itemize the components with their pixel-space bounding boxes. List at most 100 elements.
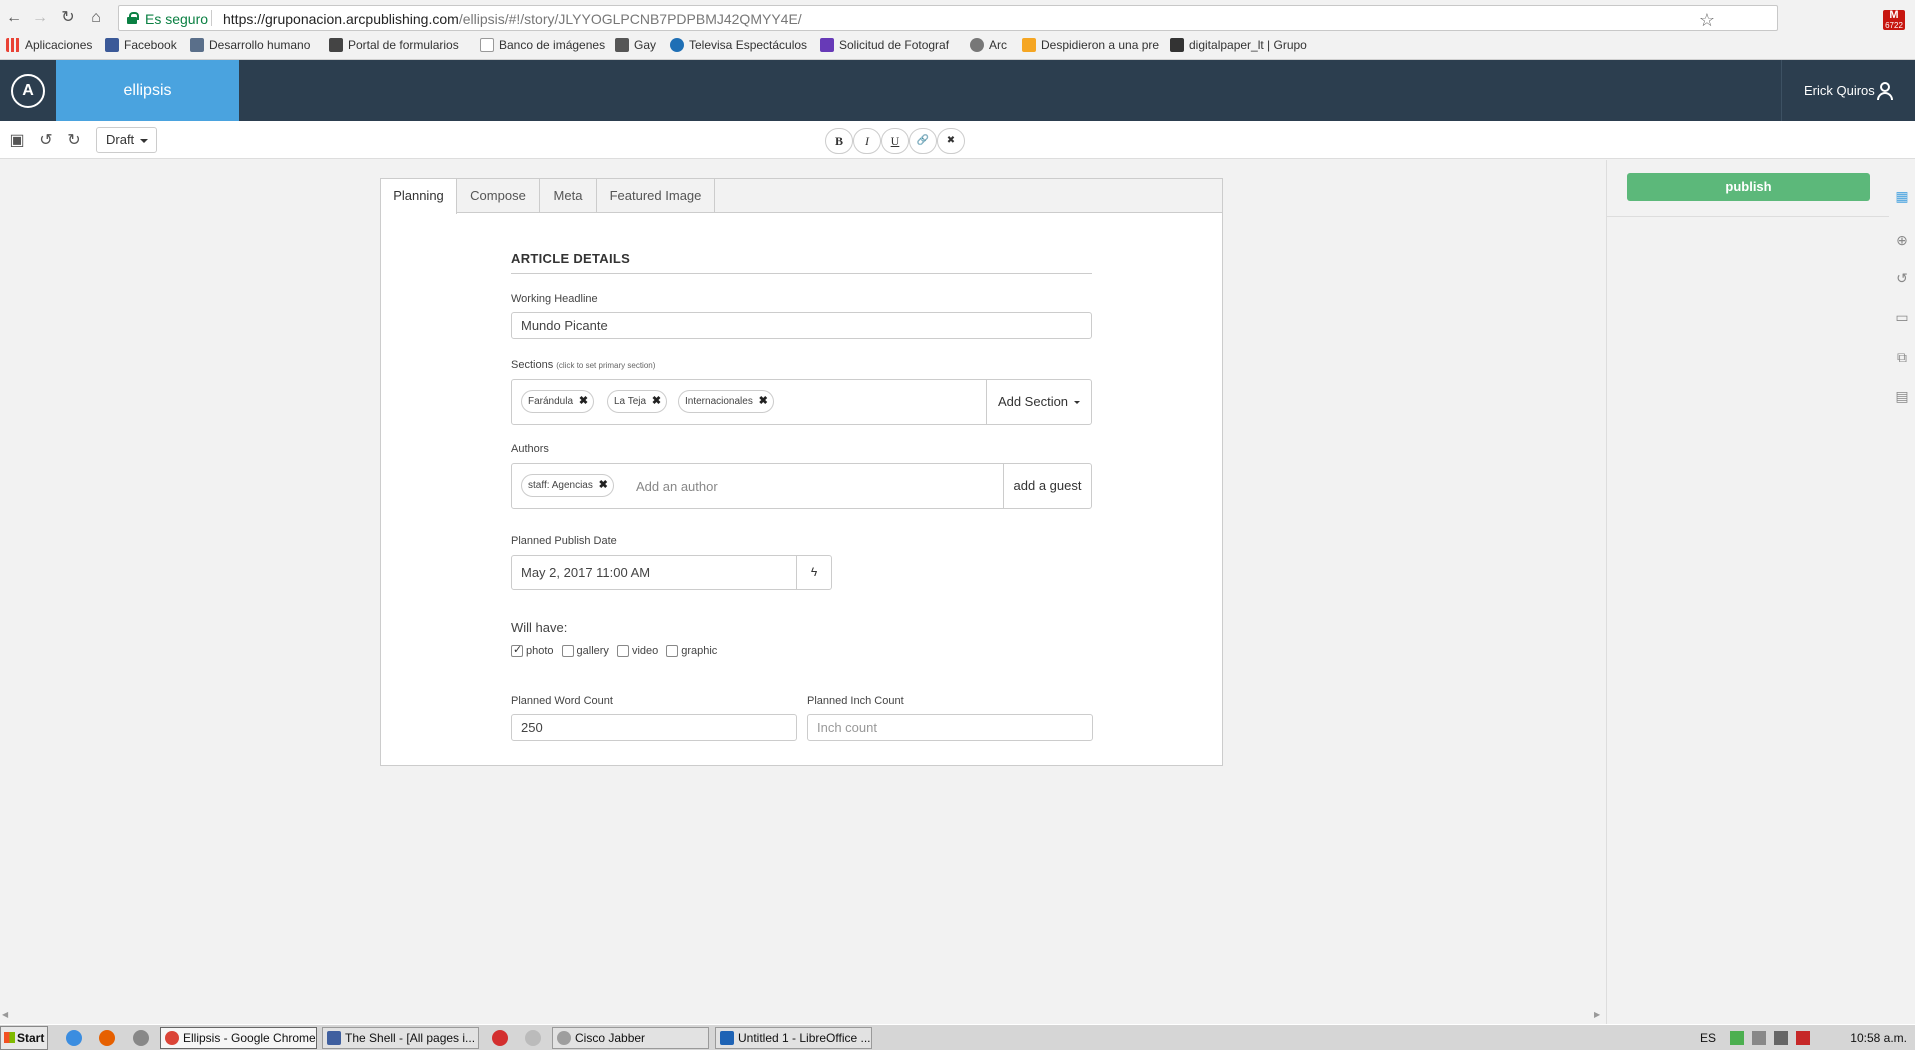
add-section-button[interactable]: Add Section <box>986 380 1091 424</box>
arc-logo-icon[interactable]: A <box>11 74 45 108</box>
gallery-checkbox[interactable]: gallery <box>561 645 609 657</box>
scroll-left-icon[interactable]: ◀ <box>2 1010 8 1019</box>
checkbox-icon[interactable] <box>561 645 574 657</box>
taskbar-libreoffice[interactable]: Untitled 1 - LibreOffice ... <box>715 1027 872 1049</box>
side-icon-bar: ▦ ⊕ ↺ ▭ ⧉ ▤ <box>1889 160 1915 1024</box>
author-chip[interactable]: staff: Agencias ✖ <box>521 474 614 497</box>
plus-circle-icon[interactable]: ⊕ <box>1894 232 1910 248</box>
app-icon[interactable] <box>525 1030 541 1046</box>
redo-icon[interactable]: ↻ <box>65 130 83 150</box>
back-arrow-icon[interactable]: ← <box>4 8 24 28</box>
clock: 10:58 a.m. <box>1850 1031 1907 1045</box>
site-icon <box>190 38 204 52</box>
panel-divider <box>1607 216 1890 217</box>
remove-icon[interactable]: ✖ <box>652 391 661 412</box>
gmail-extension-icon[interactable]: M 6722 <box>1883 10 1905 30</box>
remove-icon[interactable]: ✖ <box>599 475 608 496</box>
author-input[interactable]: Add an author <box>636 479 718 494</box>
volume-icon[interactable] <box>1774 1031 1788 1045</box>
reload-icon[interactable]: ↻ <box>58 8 78 28</box>
horizontal-scrollbar[interactable]: ◀ ▶ <box>0 1010 1606 1024</box>
firefox-icon[interactable] <box>99 1030 115 1046</box>
user-icon <box>1877 82 1893 100</box>
checkbox-icon[interactable] <box>666 645 679 657</box>
section-chip-farandula[interactable]: Farándula ✖ <box>521 390 595 413</box>
secure-label: Es seguro <box>145 11 209 27</box>
bookmark-banco[interactable]: Banco de imágenes <box>480 38 605 52</box>
section-chip-la-teja[interactable]: La Teja ✖ <box>607 390 668 413</box>
user-menu[interactable]: Erick Quiros <box>1781 60 1915 121</box>
history-icon[interactable]: ↺ <box>1894 270 1910 286</box>
bookmark-desarrollo[interactable]: Desarrollo humano <box>190 38 310 52</box>
home-icon[interactable]: ⌂ <box>86 8 106 28</box>
bookmark-portal[interactable]: Portal de formularios <box>329 38 459 52</box>
photo-checkbox[interactable]: photo <box>511 643 554 657</box>
calendar-icon[interactable]: ▦ <box>1894 188 1910 204</box>
graphic-checkbox[interactable]: graphic <box>666 645 717 657</box>
network-icon[interactable] <box>1730 1031 1744 1045</box>
undo-icon[interactable]: ↺ <box>37 130 55 150</box>
start-button[interactable]: Start <box>0 1026 48 1050</box>
tab-compose[interactable]: Compose <box>457 179 540 213</box>
url-text[interactable]: https://gruponacion.arcpublishing.com/el… <box>223 11 802 27</box>
inch-count-input[interactable]: Inch count <box>807 714 1093 741</box>
scroll-right-icon[interactable]: ▶ <box>1594 1010 1600 1019</box>
caret-down-icon <box>1074 401 1081 405</box>
save-icon[interactable]: ▣ <box>8 130 26 150</box>
bookmarks-bar: Aplicaciones Facebook Desarrollo humano … <box>0 34 1915 58</box>
video-checkbox[interactable]: video <box>616 645 658 657</box>
checkbox-icon[interactable] <box>616 645 629 657</box>
sync-icon[interactable] <box>1752 1031 1766 1045</box>
bookmark-arc[interactable]: Arc <box>970 38 1007 52</box>
status-dropdown[interactable]: Draft <box>96 127 157 153</box>
app-header: A ellipsis Erick Quiros <box>0 60 1915 121</box>
remove-icon[interactable]: ✖ <box>759 391 768 412</box>
stop-icon[interactable] <box>492 1030 508 1046</box>
jabber-icon <box>557 1031 571 1045</box>
address-bar[interactable]: Es seguro https://gruponacion.arcpublish… <box>118 5 1778 31</box>
bookmark-apps[interactable]: Aplicaciones <box>6 38 92 52</box>
taskbar-shell[interactable]: The Shell - [All pages i... <box>322 1027 479 1049</box>
remove-icon[interactable]: ✖ <box>579 391 588 412</box>
italic-button[interactable]: I <box>853 128 881 154</box>
eye-icon <box>670 38 684 52</box>
clipboard-icon[interactable]: ▤ <box>1894 388 1910 404</box>
bookmark-facebook[interactable]: Facebook <box>105 38 177 52</box>
status-label: Draft <box>106 132 135 147</box>
bookmark-televisa[interactable]: Televisa Espectáculos <box>670 38 807 52</box>
bookmark-digitalpaper[interactable]: digitalpaper_lt | Grupo <box>1170 38 1307 52</box>
tab-meta[interactable]: Meta <box>540 179 597 213</box>
taskbar-chrome[interactable]: Ellipsis - Google Chrome <box>160 1027 317 1049</box>
checkbox-checked-icon[interactable] <box>511 643 523 657</box>
headline-input[interactable]: Mundo Picante <box>511 312 1092 339</box>
bookmark-gay[interactable]: Gay <box>615 38 656 52</box>
address-separator <box>211 10 212 26</box>
publish-date-input[interactable]: May 2, 2017 11:00 AM <box>511 555 797 590</box>
word-count-input[interactable]: 250 <box>511 714 797 741</box>
language-indicator[interactable]: ES <box>1700 1031 1716 1045</box>
copy-icon[interactable]: ⧉ <box>1894 349 1910 365</box>
taskbar-jabber[interactable]: Cisco Jabber <box>552 1027 709 1049</box>
ie-icon[interactable] <box>66 1030 82 1046</box>
bookmark-despidieron[interactable]: Despidieron a una pre <box>1022 38 1159 52</box>
inbox-icon[interactable]: ▭ <box>1894 309 1910 325</box>
search-icon[interactable] <box>133 1030 149 1046</box>
publish-button[interactable]: publish <box>1627 173 1870 201</box>
windows-logo-icon <box>4 1032 15 1043</box>
alert-icon[interactable] <box>1796 1031 1810 1045</box>
tab-featured-image[interactable]: Featured Image <box>597 179 715 213</box>
link-button[interactable]: 🔗 <box>909 128 937 154</box>
sections-hint: (click to set primary section) <box>556 361 656 370</box>
bookmark-star-icon[interactable]: ☆ <box>1699 10 1715 31</box>
section-chip-internacionales[interactable]: Internacionales ✖ <box>678 390 774 413</box>
forward-arrow-icon[interactable]: → <box>30 8 50 28</box>
clear-format-button[interactable]: ✖ <box>937 128 965 154</box>
app-tab-ellipsis[interactable]: ellipsis <box>56 60 239 121</box>
writer-icon <box>720 1031 734 1045</box>
underline-button[interactable]: U <box>881 128 909 154</box>
bold-button[interactable]: B <box>825 128 853 154</box>
bookmark-solicitud[interactable]: Solicitud de Fotograf <box>820 38 949 52</box>
tab-planning[interactable]: Planning <box>381 179 457 214</box>
lightning-icon[interactable]: ϟ <box>796 555 832 590</box>
add-guest-button[interactable]: add a guest <box>1003 464 1091 508</box>
